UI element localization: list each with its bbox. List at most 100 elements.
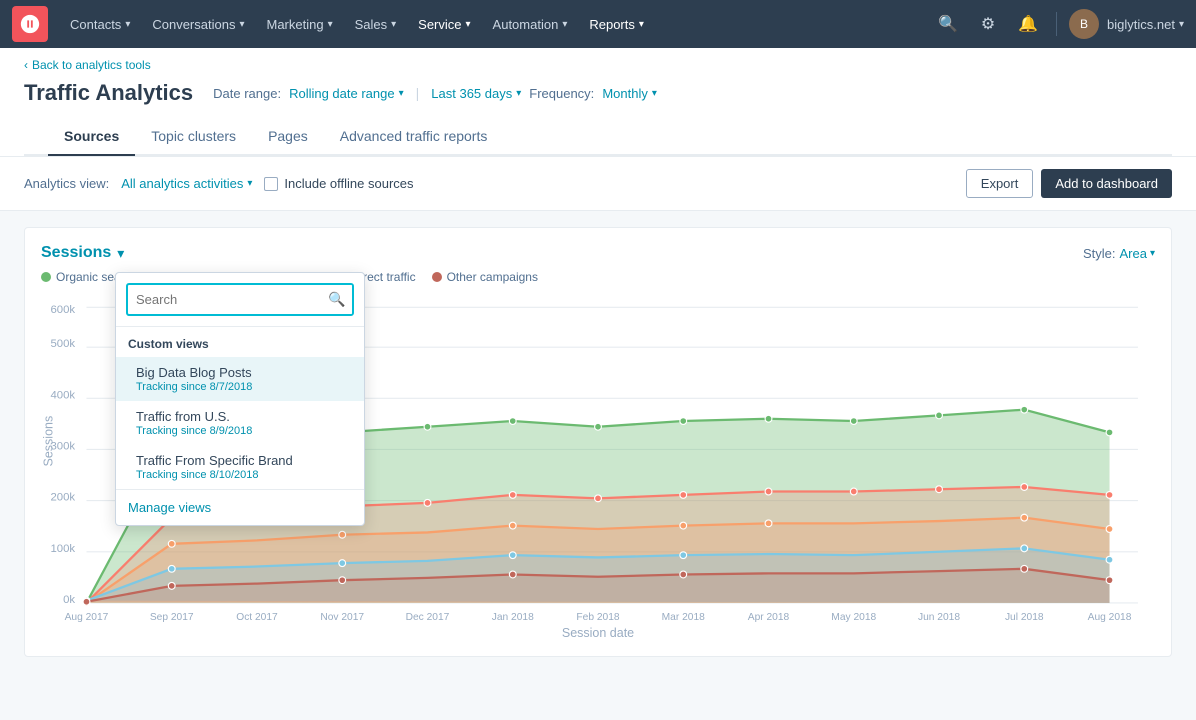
date-range-label: Date range: — [213, 86, 281, 101]
svg-text:Oct 2017: Oct 2017 — [236, 612, 278, 623]
dropdown-item-0[interactable]: Big Data Blog Posts Tracking since 8/7/2… — [116, 357, 364, 401]
nav-username: biglytics.net — [1107, 17, 1175, 32]
checkbox[interactable] — [264, 177, 278, 191]
nav-reports[interactable]: Reports ▾ — [579, 11, 654, 38]
search-input-wrap: 🔍 — [126, 283, 354, 316]
analytics-right: Export Add to dashboard — [966, 169, 1172, 198]
frequency-btn[interactable]: Monthly ▾ — [602, 86, 657, 101]
analytics-view-btn[interactable]: All analytics activities ▾ — [121, 176, 252, 191]
analytics-view-dropdown: 🔍 Custom views Big Data Blog Posts Track… — [115, 272, 365, 526]
nav-user[interactable]: biglytics.net ▾ — [1107, 17, 1184, 32]
chevron-down-icon: ▾ — [1150, 248, 1155, 259]
nav-right: 🔍 ⚙ 🔔 B biglytics.net ▾ — [932, 8, 1184, 40]
frequency-value: Monthly — [602, 86, 648, 101]
legend-other-campaigns: Other campaigns — [432, 270, 538, 284]
nav-contacts[interactable]: Contacts ▾ — [60, 11, 140, 38]
svg-text:Aug 2017: Aug 2017 — [65, 612, 109, 623]
tabs-bar: Sources Topic clusters Pages Advanced tr… — [24, 118, 1172, 156]
dropdown-list: Big Data Blog Posts Tracking since 8/7/2… — [116, 357, 364, 489]
legend-label-other: Other campaigns — [447, 270, 538, 284]
search-icon[interactable]: 🔍 — [932, 8, 964, 40]
breadcrumb[interactable]: ‹ Back to analytics tools — [24, 58, 1172, 72]
svg-text:Jan 2018: Jan 2018 — [492, 612, 534, 623]
offline-label: Include offline sources — [284, 176, 413, 191]
frequency-label: Frequency: — [529, 86, 594, 101]
nav-items: Contacts ▾ Conversations ▾ Marketing ▾ S… — [60, 11, 932, 38]
svg-text:Dec 2017: Dec 2017 — [406, 612, 450, 623]
chart-title-area: Sessions ▾ — [41, 244, 124, 262]
page-title: Traffic Analytics — [24, 80, 193, 106]
date-range-2-value: Last 365 days — [431, 86, 512, 101]
svg-text:Nov 2017: Nov 2017 — [320, 612, 364, 623]
item-sub-2: Tracking since 8/10/2018 — [136, 469, 352, 481]
tab-topic-clusters[interactable]: Topic clusters — [135, 118, 252, 156]
item-title-0: Big Data Blog Posts — [136, 365, 352, 380]
svg-text:Jun 2018: Jun 2018 — [918, 612, 960, 623]
manage-views-link[interactable]: Manage views — [116, 489, 364, 525]
item-title-1: Traffic from U.S. — [136, 409, 352, 424]
legend-dot-organic — [41, 272, 51, 282]
svg-text:100k: 100k — [50, 543, 75, 555]
dropdown-item-2[interactable]: Traffic From Specific Brand Tracking sin… — [116, 445, 364, 489]
nav-conversations[interactable]: Conversations ▾ — [142, 11, 254, 38]
svg-text:500k: 500k — [50, 338, 75, 350]
chart-style: Style: Area ▾ — [1083, 246, 1155, 261]
filter-separator: | — [416, 85, 420, 101]
page-header: Traffic Analytics Date range: Rolling da… — [24, 72, 1172, 118]
analytics-controls: Analytics view: All analytics activities… — [0, 157, 1196, 211]
tab-advanced[interactable]: Advanced traffic reports — [324, 118, 504, 156]
svg-text:200k: 200k — [50, 492, 75, 504]
avatar[interactable]: B — [1069, 9, 1099, 39]
chevron-down-icon: ▾ — [247, 178, 252, 189]
chart-card: Sessions ▾ Style: Area ▾ Organic search … — [24, 227, 1172, 657]
date-range-2-btn[interactable]: Last 365 days ▾ — [431, 86, 521, 101]
nav-marketing[interactable]: Marketing ▾ — [256, 11, 342, 38]
offline-checkbox[interactable]: Include offline sources — [264, 176, 413, 191]
export-button[interactable]: Export — [966, 169, 1034, 198]
sessions-label: Sessions — [41, 244, 111, 262]
svg-text:Sessions: Sessions — [41, 416, 55, 467]
nav-automation[interactable]: Automation ▾ — [483, 11, 578, 38]
date-range-value: Rolling date range — [289, 86, 395, 101]
svg-text:Apr 2018: Apr 2018 — [748, 612, 790, 623]
nav-divider — [1056, 12, 1057, 36]
search-box: 🔍 — [116, 273, 364, 327]
nav-sales[interactable]: Sales ▾ — [345, 11, 407, 38]
style-label: Style: — [1083, 246, 1116, 261]
dropdown-item-1[interactable]: Traffic from U.S. Tracking since 8/9/201… — [116, 401, 364, 445]
svg-text:Feb 2018: Feb 2018 — [576, 612, 619, 623]
chevron-down-icon: ▾ — [399, 88, 404, 99]
svg-text:0k: 0k — [63, 594, 75, 606]
analytics-view-value: All analytics activities — [121, 176, 243, 191]
style-value: Area — [1120, 246, 1147, 261]
chevron-down-icon: ▾ — [1179, 19, 1184, 30]
svg-text:600k: 600k — [50, 304, 75, 316]
notifications-icon[interactable]: 🔔 — [1012, 8, 1044, 40]
tab-sources[interactable]: Sources — [48, 118, 135, 156]
search-input[interactable] — [128, 286, 320, 313]
date-range-btn[interactable]: Rolling date range ▾ — [289, 86, 404, 101]
chevron-down-icon[interactable]: ▾ — [117, 245, 124, 262]
item-sub-1: Tracking since 8/9/2018 — [136, 425, 352, 437]
settings-icon[interactable]: ⚙ — [972, 8, 1004, 40]
svg-text:Sep 2017: Sep 2017 — [150, 612, 194, 623]
svg-text:Session date: Session date — [562, 626, 634, 637]
item-sub-0: Tracking since 8/7/2018 — [136, 381, 352, 393]
add-to-dashboard-button[interactable]: Add to dashboard — [1041, 169, 1172, 198]
custom-views-label: Custom views — [116, 327, 364, 357]
hubspot-logo[interactable] — [12, 6, 48, 42]
analytics-view-label: Analytics view: — [24, 176, 109, 191]
tab-pages[interactable]: Pages — [252, 118, 324, 156]
breadcrumb-text: Back to analytics tools — [32, 58, 151, 72]
chevron-down-icon-2: ▾ — [516, 88, 521, 99]
search-button[interactable]: 🔍 — [320, 285, 353, 314]
filter-controls: Date range: Rolling date range ▾ | Last … — [213, 85, 657, 101]
top-nav: Contacts ▾ Conversations ▾ Marketing ▾ S… — [0, 0, 1196, 48]
main-content: Sessions ▾ Style: Area ▾ Organic search … — [0, 211, 1196, 673]
svg-text:Jul 2018: Jul 2018 — [1005, 612, 1044, 623]
item-title-2: Traffic From Specific Brand — [136, 453, 352, 468]
nav-service[interactable]: Service ▾ — [408, 11, 480, 38]
style-value-btn[interactable]: Area ▾ — [1120, 246, 1156, 261]
legend-dot-other — [432, 272, 442, 282]
svg-text:400k: 400k — [50, 389, 75, 401]
